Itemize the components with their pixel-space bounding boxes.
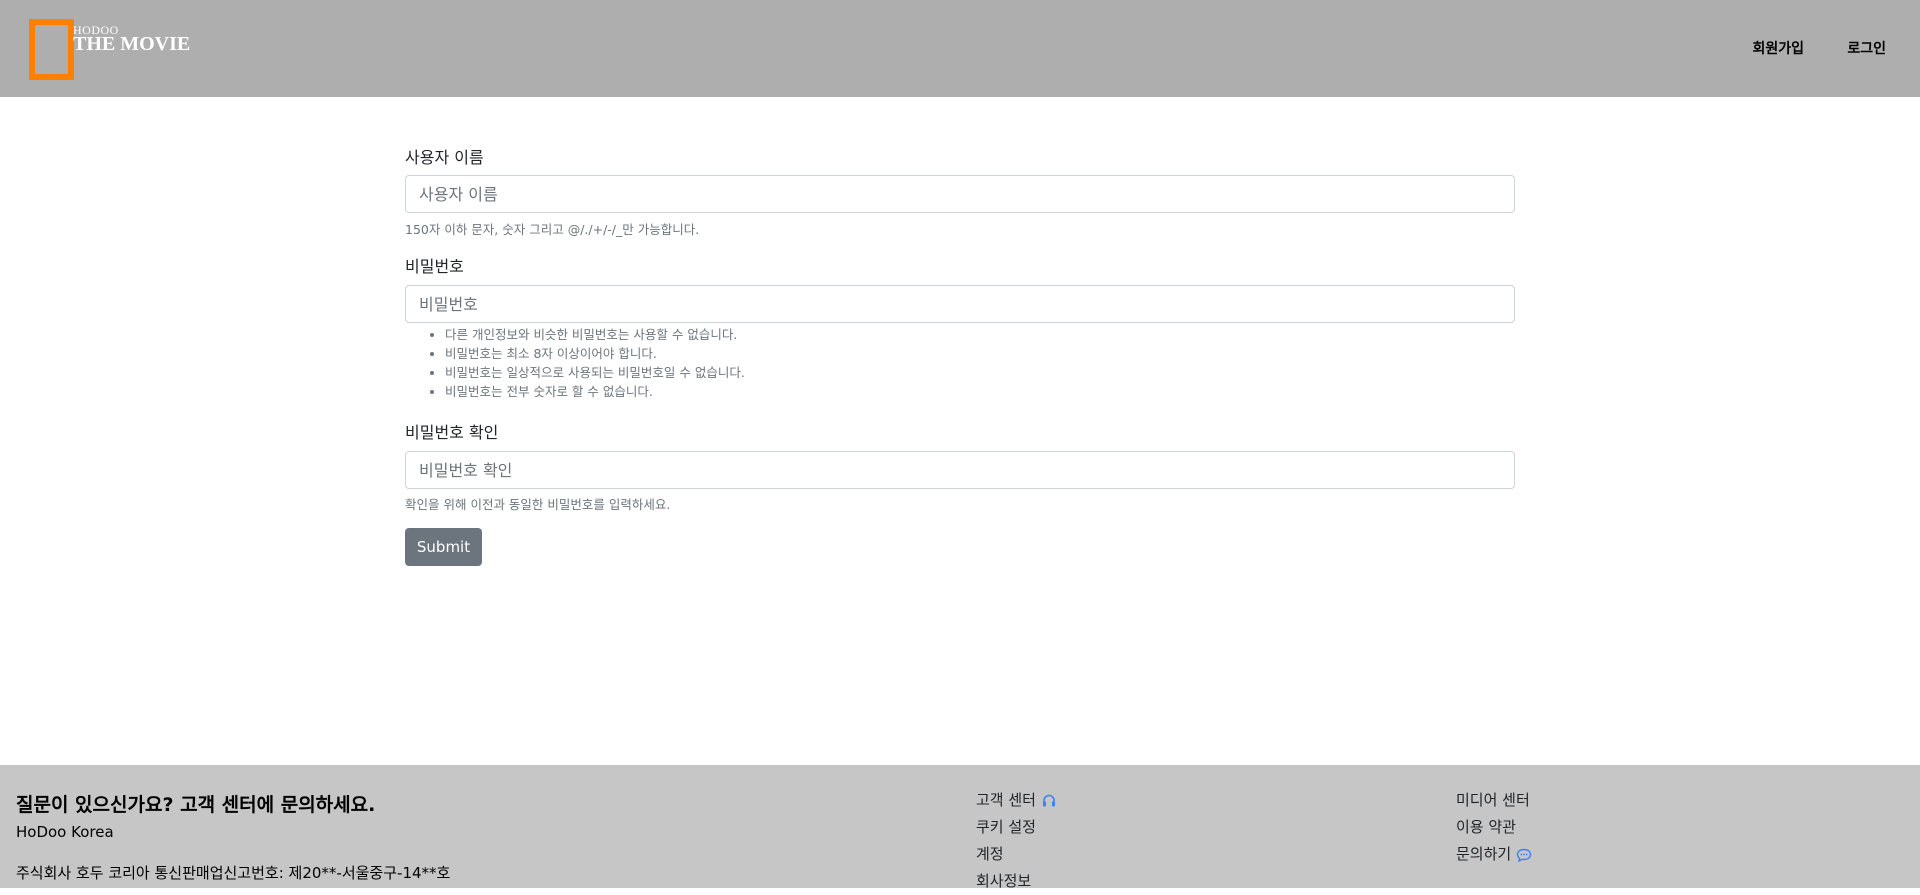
password-input[interactable]: [405, 285, 1515, 323]
footer-link-media-center[interactable]: 미디어 센터: [1456, 787, 1532, 814]
password-confirm-help-text: 확인을 위해 이전과 동일한 비밀번호를 입력하세요.: [405, 497, 671, 512]
footer-link-terms[interactable]: 이용 약관: [1456, 814, 1532, 841]
footer-title: 질문이 있으신가요? 고객 센터에 문의하세요.: [16, 794, 376, 816]
username-label: 사용자 이름: [405, 148, 484, 167]
footer-link-company-info[interactable]: 회사정보: [976, 868, 1057, 895]
password-label: 비밀번호: [405, 257, 464, 276]
footer-link-contact[interactable]: 문의하기: [1456, 841, 1532, 868]
password-rule: 다른 개인정보와 비슷한 비밀번호는 사용할 수 없습니다.: [445, 325, 745, 344]
logo-main-text: THE MOVIE: [73, 33, 191, 55]
password-rule: 비밀번호는 최소 8자 이상이어야 합니다.: [445, 344, 745, 363]
password-rule: 비밀번호는 일상적으로 사용되는 비밀번호일 수 없습니다.: [445, 363, 745, 382]
username-help-text: 150자 이하 문자, 숫자 그리고 @/./+/-/_만 가능합니다.: [405, 222, 700, 237]
password-confirm-input[interactable]: [405, 451, 1515, 489]
login-link[interactable]: 로그인: [1847, 38, 1886, 58]
footer-link-label: 문의하기: [1456, 845, 1512, 863]
footer-links-column-2: 미디어 센터 이용 약관 문의하기: [1456, 787, 1532, 868]
password-rules-list: 다른 개인정보와 비슷한 비밀번호는 사용할 수 없습니다. 비밀번호는 최소 …: [405, 325, 745, 401]
headset-icon: [1042, 794, 1055, 806]
footer-company: HoDoo Korea: [16, 823, 114, 841]
submit-button[interactable]: Submit: [405, 528, 482, 566]
footer-link-account[interactable]: 계정: [976, 841, 1057, 868]
site-logo[interactable]: HODOO THE MOVIE: [29, 19, 191, 80]
logo-frame-icon: [29, 19, 74, 80]
footer-links-column-1: 고객 센터 쿠키 설정 계정 회사정보: [976, 787, 1057, 895]
footer-link-label: 고객 센터: [976, 791, 1036, 809]
footer-link-cookie-settings[interactable]: 쿠키 설정: [976, 814, 1057, 841]
password-rule: 비밀번호는 전부 숫자로 할 수 없습니다.: [445, 382, 745, 401]
footer: 질문이 있으신가요? 고객 센터에 문의하세요. HoDoo Korea 주식회…: [0, 765, 1920, 890]
footer-link-customer-center[interactable]: 고객 센터: [976, 787, 1057, 814]
header-bar: HODOO THE MOVIE 회원가입 로그인: [0, 0, 1920, 97]
username-input[interactable]: [405, 175, 1515, 213]
password-confirm-label: 비밀번호 확인: [405, 423, 499, 442]
signup-link[interactable]: 회원가입: [1752, 38, 1804, 58]
chat-bubble-icon: [1517, 848, 1532, 862]
footer-registration: 주식회사 호두 코리아 통신판매업신고번호: 제20**-서울중구-14**호: [16, 864, 451, 882]
